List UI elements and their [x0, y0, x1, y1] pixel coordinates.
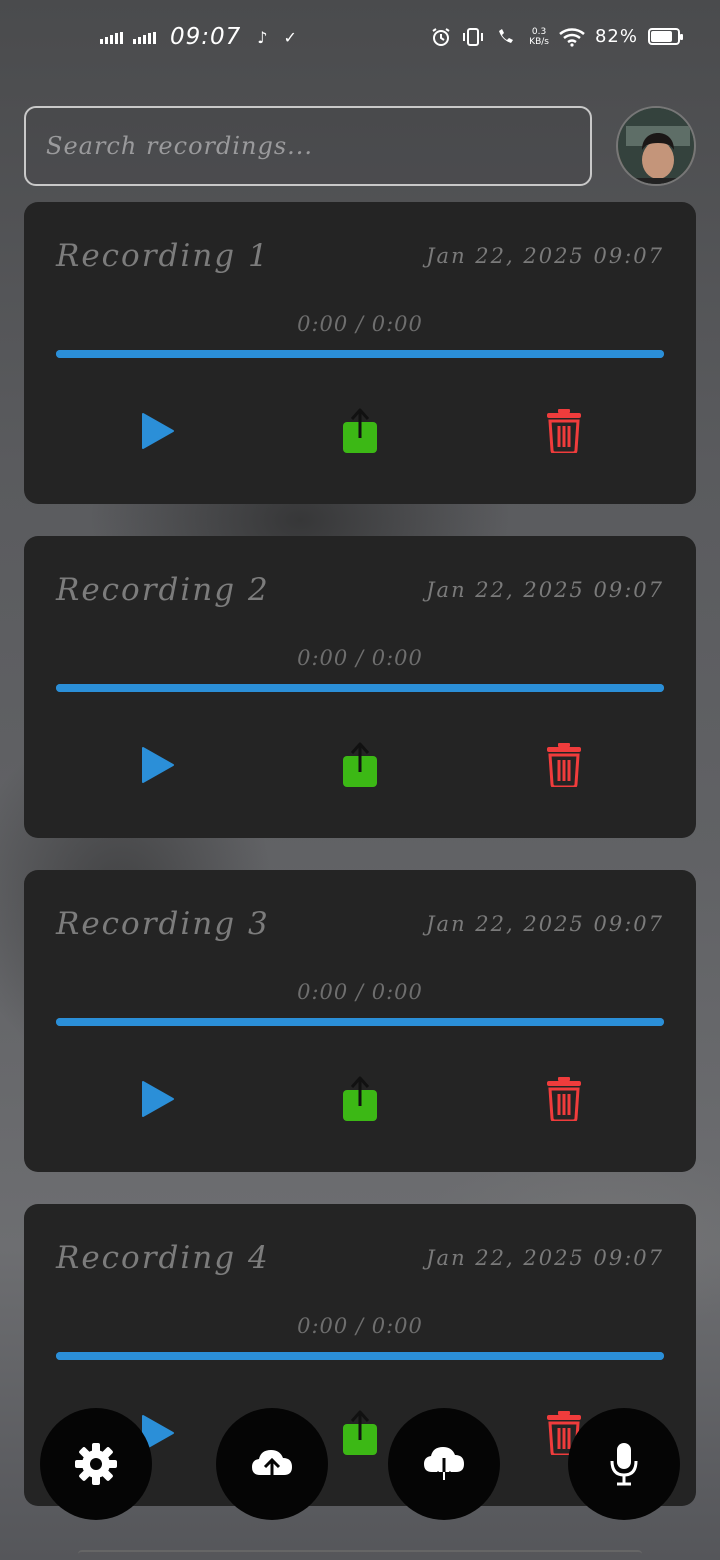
recording-title: Recording 4	[56, 1240, 270, 1276]
gear-icon	[75, 1443, 117, 1485]
play-button[interactable]	[128, 740, 188, 790]
wifi-icon	[559, 27, 585, 47]
progress-fill	[56, 350, 664, 358]
microphone-icon	[610, 1443, 638, 1486]
music-note-icon: ♪	[257, 27, 268, 47]
trash-icon	[547, 409, 581, 453]
play-icon	[142, 747, 174, 783]
battery-icon	[648, 28, 683, 45]
share-button[interactable]	[330, 740, 390, 790]
avatar-image	[618, 108, 694, 184]
net-speed-unit: KB/s	[529, 36, 549, 47]
gesture-bar	[78, 1550, 642, 1560]
recording-date: Jan 22, 2025 09:07	[426, 1246, 664, 1270]
play-icon	[142, 413, 174, 449]
settings-button[interactable]	[40, 1408, 152, 1520]
share-button[interactable]	[330, 1408, 390, 1458]
recording-card: Recording 3 Jan 22, 2025 09:07 0:00 / 0:…	[24, 870, 696, 1172]
progress-fill	[56, 1018, 664, 1026]
progress-fill	[56, 684, 664, 692]
recording-time: 0:00 / 0:00	[297, 646, 423, 670]
progress-fill	[56, 1352, 664, 1360]
recording-time: 0:00 / 0:00	[297, 980, 423, 1004]
play-button[interactable]	[128, 1074, 188, 1124]
net-speed-value: 0.3	[531, 26, 547, 37]
status-left: 09:07 ♪ ✓	[100, 24, 297, 50]
search-box[interactable]	[24, 106, 592, 186]
avatar[interactable]	[616, 106, 696, 186]
share-icon	[343, 1410, 377, 1455]
trash-icon	[547, 743, 581, 787]
playback-progress-bar[interactable]	[56, 1352, 664, 1360]
check-icon: ✓	[283, 27, 297, 47]
share-button[interactable]	[330, 1074, 390, 1124]
alarm-icon	[432, 27, 450, 46]
recording-date: Jan 22, 2025 09:07	[426, 578, 664, 602]
recording-time: 0:00 / 0:00	[297, 1314, 423, 1338]
playback-progress-bar[interactable]	[56, 350, 664, 358]
share-icon	[343, 742, 377, 787]
cloud-upload-icon	[252, 1450, 292, 1479]
search-input[interactable]	[26, 108, 590, 184]
battery-fill	[651, 31, 672, 42]
share-button[interactable]	[330, 406, 390, 456]
recording-card: Recording 1 Jan 22, 2025 09:07 0:00 / 0:…	[24, 202, 696, 504]
cloud-download-button[interactable]	[388, 1408, 500, 1520]
playback-progress-bar[interactable]	[56, 684, 664, 692]
signal-1-icon	[100, 30, 123, 44]
battery-percent: 82%	[594, 26, 638, 47]
cloud-download-icon	[424, 1447, 464, 1482]
cloud-upload-button[interactable]	[216, 1408, 328, 1520]
recording-title: Recording 2	[56, 572, 270, 608]
playback-progress-bar[interactable]	[56, 1018, 664, 1026]
recording-date: Jan 22, 2025 09:07	[426, 244, 664, 268]
recording-title: Recording 3	[56, 906, 270, 942]
status-time: 09:07	[170, 24, 242, 50]
share-icon	[343, 408, 377, 453]
recording-title: Recording 1	[56, 238, 270, 274]
play-button[interactable]	[128, 406, 188, 456]
delete-button[interactable]	[534, 1074, 594, 1124]
trash-icon	[547, 1077, 581, 1121]
vibrate-icon	[463, 27, 484, 46]
status-right: 0.3 KB/s 82%	[431, 26, 683, 47]
recording-date: Jan 22, 2025 09:07	[426, 912, 664, 936]
status-bar: 09:07 ♪ ✓ 0.3 KB/s 82%	[0, 0, 720, 80]
net-speed: 0.3 KB/s	[529, 27, 549, 47]
delete-button[interactable]	[534, 406, 594, 456]
signal-2-icon	[133, 30, 156, 44]
delete-button[interactable]	[534, 740, 594, 790]
recording-card: Recording 2 Jan 22, 2025 09:07 0:00 / 0:…	[24, 536, 696, 838]
recording-time: 0:00 / 0:00	[297, 312, 423, 336]
record-button[interactable]	[568, 1408, 680, 1520]
play-icon	[142, 1081, 174, 1117]
share-icon	[343, 1076, 377, 1121]
wifi-call-icon	[499, 28, 514, 43]
